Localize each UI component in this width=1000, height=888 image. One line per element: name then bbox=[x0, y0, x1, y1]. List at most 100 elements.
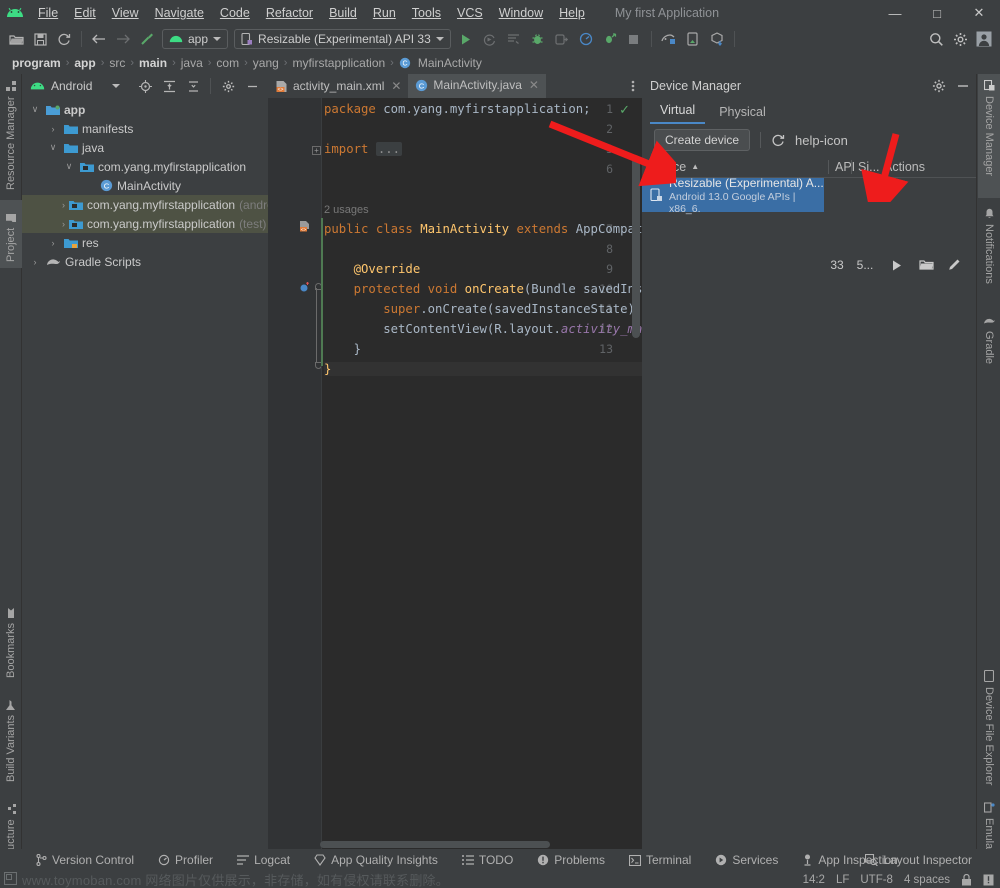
menu-window[interactable]: Window bbox=[491, 0, 551, 26]
save-icon[interactable] bbox=[28, 28, 52, 50]
run-icon[interactable] bbox=[454, 28, 478, 50]
fold-marker-import[interactable]: + bbox=[312, 146, 321, 155]
sidebar-item-notifications[interactable]: Notifications bbox=[978, 202, 1000, 306]
open-folder-icon[interactable] bbox=[4, 28, 28, 50]
tree-node-manifests[interactable]: › manifests bbox=[22, 119, 268, 138]
search-icon[interactable] bbox=[924, 28, 948, 50]
collapse-all-icon[interactable] bbox=[157, 75, 181, 97]
column-size[interactable]: Si... bbox=[852, 160, 880, 174]
breadcrumb-item-src[interactable]: src bbox=[105, 56, 129, 70]
bottom-item-layout-inspector[interactable]: Layout Inspector bbox=[865, 853, 972, 867]
minimize-button[interactable]: — bbox=[874, 0, 916, 26]
tree-node-package-main[interactable]: ∨ com.yang.myfirstapplication bbox=[22, 157, 268, 176]
menu-tools[interactable]: Tools bbox=[404, 0, 449, 26]
breadcrumb-item-java[interactable]: java bbox=[177, 56, 207, 70]
menu-run[interactable]: Run bbox=[365, 0, 404, 26]
inspection-status-icon[interactable]: ✓ bbox=[619, 102, 630, 118]
minimize-icon[interactable] bbox=[956, 79, 970, 93]
build-hammer-icon[interactable] bbox=[135, 28, 159, 50]
chevron-down-icon[interactable] bbox=[112, 84, 121, 88]
tree-node-res[interactable]: › res bbox=[22, 233, 268, 252]
more-vertical-icon[interactable] bbox=[626, 74, 640, 98]
menu-build[interactable]: Build bbox=[321, 0, 365, 26]
device-selector[interactable]: Resizable (Experimental) API 33 bbox=[234, 29, 451, 49]
file-encoding[interactable]: UTF-8 bbox=[860, 874, 893, 886]
bottom-item-version-control[interactable]: Version Control bbox=[24, 853, 146, 867]
column-api[interactable]: API bbox=[829, 160, 855, 174]
editor-vertical-scrollbar[interactable] bbox=[632, 158, 640, 338]
bottom-item-todo[interactable]: TODO bbox=[450, 853, 525, 867]
sdk-manager-icon[interactable] bbox=[657, 28, 681, 50]
sync-icon[interactable] bbox=[52, 28, 76, 50]
menu-help[interactable]: Help bbox=[551, 0, 593, 26]
tree-node-mainactivity[interactable]: C MainActivity bbox=[22, 176, 268, 195]
class-marker-icon[interactable]: <> bbox=[298, 220, 311, 233]
sidebar-item-bookmarks[interactable]: Bookmarks bbox=[0, 596, 22, 684]
project-tree[interactable]: ∨ app › manifests ∨ java ∨ com.yang.myfi… bbox=[22, 100, 309, 849]
device-row[interactable]: Resizable (Experimental) A... Android 13… bbox=[642, 176, 824, 215]
close-button[interactable]: ✕ bbox=[958, 0, 1000, 26]
apply-changes-icon[interactable] bbox=[598, 28, 622, 50]
tab-physical[interactable]: Physical bbox=[709, 105, 776, 124]
refresh-icon[interactable] bbox=[771, 133, 785, 147]
menu-file[interactable]: File bbox=[30, 0, 66, 26]
chevron-down-icon[interactable]: ∨ bbox=[62, 161, 76, 172]
sidebar-item-device-file-explorer[interactable]: Device File Explorer bbox=[978, 664, 1000, 790]
gear-icon[interactable] bbox=[948, 28, 972, 50]
tree-node-gradle-scripts[interactable]: › Gradle Scripts bbox=[22, 252, 268, 271]
tree-node-package-test[interactable]: › com.yang.myfirstapplication (test) bbox=[22, 214, 268, 233]
tree-node-package-androidtest[interactable]: › com.yang.myfirstapplication (androidTe… bbox=[22, 195, 309, 214]
chevron-right-icon[interactable]: › bbox=[62, 200, 65, 210]
bottom-item-profiler[interactable]: Profiler bbox=[146, 853, 225, 867]
indent-setting[interactable]: 4 spaces bbox=[904, 874, 950, 886]
menu-vcs[interactable]: VCS bbox=[449, 0, 491, 26]
close-icon[interactable]: ✕ bbox=[529, 78, 539, 92]
close-icon[interactable]: ✕ bbox=[391, 79, 401, 93]
debug-icon[interactable] bbox=[526, 28, 550, 50]
breadcrumb-item-main[interactable]: main bbox=[135, 56, 171, 70]
breadcrumb-item-myfirstapplication[interactable]: myfirstapplication bbox=[288, 56, 389, 70]
expand-icon[interactable] bbox=[181, 75, 205, 97]
create-device-button[interactable]: Create device bbox=[654, 129, 751, 151]
hide-panel-icon[interactable] bbox=[240, 75, 264, 97]
breadcrumb-item-program[interactable]: program bbox=[8, 56, 65, 70]
folder-icon[interactable] bbox=[912, 259, 940, 271]
breadcrumb-item-app[interactable]: app bbox=[70, 56, 99, 70]
project-view-selector-label[interactable]: Android bbox=[51, 79, 92, 93]
sidebar-item-gradle[interactable]: Gradle bbox=[978, 310, 1000, 376]
chevron-down-icon[interactable]: ∨ bbox=[28, 104, 42, 115]
menu-view[interactable]: View bbox=[104, 0, 147, 26]
help-icon[interactable]: help-icon bbox=[795, 133, 848, 148]
bottom-item-services[interactable]: Services bbox=[703, 853, 790, 867]
bottom-item-app-quality-insights[interactable]: App Quality Insights bbox=[302, 853, 450, 867]
tree-node-app[interactable]: ∨ app bbox=[22, 100, 268, 119]
bottom-item-problems[interactable]: Problems bbox=[525, 853, 617, 867]
override-marker-icon[interactable] bbox=[299, 282, 310, 293]
menu-refactor[interactable]: Refactor bbox=[258, 0, 321, 26]
bottom-item-terminal[interactable]: Terminal bbox=[617, 853, 703, 867]
tab-virtual[interactable]: Virtual bbox=[650, 103, 706, 124]
account-icon[interactable] bbox=[972, 28, 996, 50]
tab-mainactivity-java[interactable]: C MainActivity.java ✕ bbox=[408, 74, 546, 98]
run-icon[interactable] bbox=[880, 259, 912, 272]
chevron-right-icon[interactable]: › bbox=[28, 257, 42, 267]
chevron-down-icon[interactable]: ∨ bbox=[46, 142, 60, 153]
line-separator[interactable]: LF bbox=[836, 874, 849, 886]
menu-code[interactable]: Code bbox=[212, 0, 258, 26]
profiler-icon[interactable] bbox=[574, 28, 598, 50]
gear-icon[interactable] bbox=[932, 79, 946, 93]
sidebar-item-project[interactable]: Project bbox=[0, 200, 22, 268]
code-text-area[interactable]: 1 2 3 6 7 8 9 10 11 12 13 14 <> + bbox=[268, 98, 650, 849]
menu-edit[interactable]: Edit bbox=[66, 0, 104, 26]
breadcrumb-item-com[interactable]: com bbox=[212, 56, 243, 70]
sidebar-item-device-manager[interactable]: Device Manager bbox=[978, 74, 1000, 198]
module-selector[interactable]: app bbox=[162, 29, 229, 49]
editor-gutter[interactable] bbox=[268, 98, 321, 849]
breadcrumb-item-mainactivity[interactable]: MainActivity bbox=[414, 56, 486, 70]
notification-icon[interactable] bbox=[983, 874, 994, 886]
tab-activity-main-xml[interactable]: <> activity_main.xml ✕ bbox=[268, 74, 408, 98]
lock-icon[interactable] bbox=[961, 873, 972, 886]
caret-position[interactable]: 14:2 bbox=[803, 874, 825, 886]
tree-node-java[interactable]: ∨ java bbox=[22, 138, 268, 157]
sync-gradle-icon[interactable] bbox=[705, 28, 729, 50]
